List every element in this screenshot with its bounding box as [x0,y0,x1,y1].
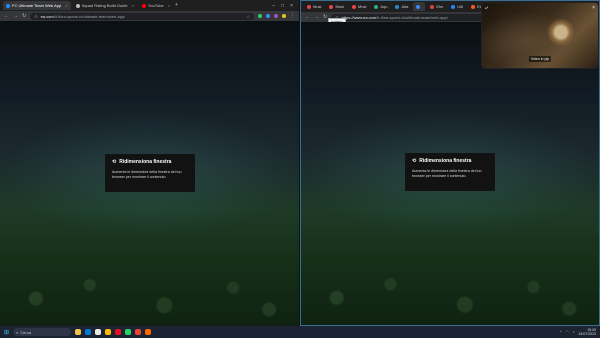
close-icon[interactable]: × [592,5,595,11]
window-controls: – □ × [272,3,296,9]
wifi-icon[interactable]: ◠ [566,330,569,334]
extension-icon[interactable] [274,14,278,18]
page-content: ⟲ Ridimensiona finestra Aumenta le dimen… [0,21,299,326]
search-placeholder: Cerca [20,329,31,335]
search-icon: ⌕ [16,329,19,335]
tab-squad-guide[interactable]: Squad Rating Build Guide × [73,1,137,10]
url-path: /it-it/ea-sports-fc/ultimate-team/web-ap… [376,14,448,20]
url-host: ea.com [40,13,54,19]
favicon-icon [395,4,400,9]
tab-label: Ulti [457,4,464,9]
taskbar-app-icon[interactable] [105,329,112,335]
close-tab-icon[interactable]: × [65,3,67,8]
taskbar-app-icon[interactable] [125,329,132,335]
taskbar-app-icon[interactable] [75,329,82,335]
date: 24/07/2023 [578,332,596,336]
favicon-icon [6,3,10,8]
taskbar-app-icon[interactable] [145,329,152,335]
stadium-background [301,188,599,325]
tab-item[interactable]: Ulti [448,2,466,11]
desktop: FC Ultimate Team Web App × Squad Rating … [0,0,600,338]
extension-icon[interactable] [282,14,286,18]
dialog-body: Aumenta le dimensioni della finestra del… [112,170,182,180]
tab-label: Aqu [380,4,388,9]
new-tab-button[interactable]: + [175,3,178,8]
favicon-icon [471,4,476,9]
url-host: https://www.ea.com [341,14,377,20]
taskbar: ⊞ ⌕ Cerca ^ ◠ ♪ 15:09 24/07/2023 [0,326,600,338]
tab-item[interactable]: Musi [326,2,346,11]
dialog-title: Ridimensiona finestra [419,158,472,164]
favicon-icon [329,4,334,9]
favicon-icon [416,4,421,9]
picture-in-picture-video[interactable]: ⤶ × Video in pip [482,3,598,68]
address-bar[interactable]: ⊙ ea.com/it-it/ea-sports-fc/ultimate-tea… [30,12,254,20]
close-tab-icon[interactable]: × [168,3,170,8]
extension-icon[interactable] [266,14,270,18]
tab-label: Elm [436,4,444,9]
tab-item[interactable]: Musi [349,2,369,11]
url-path: /it-it/ea-sports-fc/ultimate-team/web-ap… [53,13,126,19]
resize-icon: ⟲ [112,159,117,165]
forward-icon[interactable]: → [314,14,319,20]
tab-label: Atla [401,4,409,9]
browser-window-left: FC Ultimate Team Web App × Squad Rating … [0,0,299,326]
volume-icon[interactable]: ♪ [573,330,575,334]
tab-item[interactable]: Musi [304,2,324,11]
favicon-icon [75,3,80,8]
dialog-title: Ridimensiona finestra [119,159,172,165]
bookmark-star-icon[interactable]: ☆ [246,14,250,19]
tab-item[interactable]: Elm [427,2,446,11]
tab-label: FC Ultimate Team Web App [12,3,62,8]
chevron-up-icon[interactable]: ^ [560,330,562,334]
tab-item[interactable]: Atla [392,2,411,11]
taskbar-search[interactable]: ⌕ Cerca [13,328,72,336]
reload-icon[interactable]: ↻ [323,14,327,20]
favicon-icon [351,4,356,9]
menu-icon[interactable]: ⋮ [290,13,295,19]
favicon-icon [430,4,435,9]
close-tab-icon[interactable]: × [132,3,134,8]
system-tray: ^ ◠ ♪ 15:09 24/07/2023 [560,328,596,336]
tab-label: YouTube [147,3,164,8]
taskbar-app-icon[interactable] [95,329,102,335]
tab-fut-web-app[interactable]: FC Ultimate Team Web App × [3,1,71,10]
taskbar-app-icon[interactable] [85,329,92,335]
favicon-icon [307,4,311,9]
back-to-tab-icon[interactable]: ⤶ [485,5,488,11]
favicon-icon [451,4,456,9]
resize-window-dialog: ⟲ Ridimensiona finestra Aumenta le dimen… [105,154,195,192]
back-icon[interactable]: ← [4,13,9,19]
tab-item[interactable]: Aqu [371,2,390,11]
dialog-body: Aumenta le dimensioni della finestra del… [412,169,482,179]
tab-label: Musi [357,4,367,9]
resize-icon: ⟲ [412,158,417,164]
extension-icon[interactable] [258,14,262,18]
tab-label: Musi [313,4,322,9]
tab-bar: FC Ultimate Team Web App × Squad Rating … [0,0,299,11]
pip-caption: Video in pip [528,56,552,62]
stadium-background [0,188,299,326]
minimize-icon[interactable]: – [272,3,275,9]
tab-label: Musi [335,4,344,9]
browser-toolbar: ← → ↻ ⊙ ea.com/it-it/ea-sports-fc/ultima… [0,11,299,21]
tab-youtube[interactable]: YouTube × [139,1,173,10]
tab-item-active[interactable] [413,2,426,11]
back-icon[interactable]: ← [305,14,310,20]
tab-label: Squad Rating Build Guide [81,3,128,8]
windows-start-icon[interactable]: ⊞ [4,329,9,336]
favicon-icon [374,4,379,9]
site-info-icon[interactable]: ⊙ [34,14,37,19]
taskbar-app-icon[interactable] [115,329,122,335]
taskbar-app-icon[interactable] [135,329,142,335]
resize-window-dialog: ⟲ Ridimensiona finestra Aumenta le dimen… [405,153,495,191]
maximize-icon[interactable]: □ [281,3,284,9]
forward-icon[interactable]: → [13,13,18,19]
clock[interactable]: 15:09 24/07/2023 [578,328,596,336]
favicon-icon [141,3,146,8]
reload-icon[interactable]: ↻ [22,13,26,19]
close-window-icon[interactable]: × [290,3,293,9]
